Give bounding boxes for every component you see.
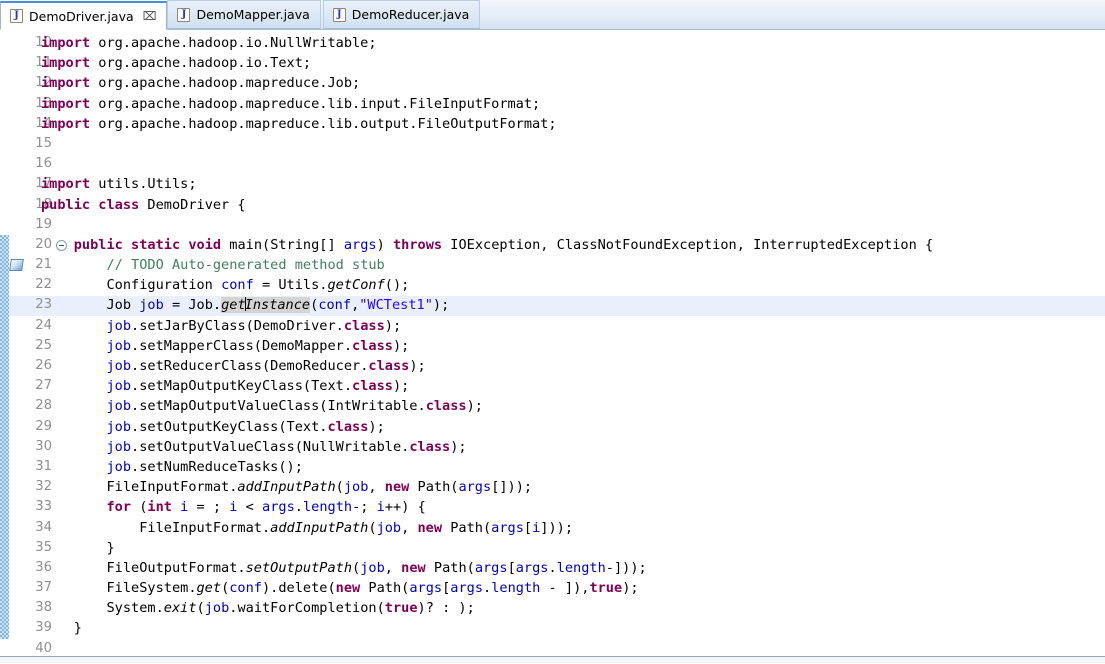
code-line[interactable]: 28 job.setMapOutputValueClass(IntWritabl… [0,396,1105,416]
code-line-text: public class DemoDriver { [41,196,246,213]
java-file-icon [177,7,191,22]
code-line[interactable]: 15 [0,134,1105,154]
code-line[interactable]: 35 } [0,538,1105,558]
code-line[interactable]: 20 public static void main(String[] args… [0,235,1105,255]
code-line[interactable]: 33 for (int i = ; i < args.length-; i++)… [0,497,1105,517]
close-icon[interactable]: ⌧ [143,10,157,22]
code-line[interactable]: 21 // TODO Auto-generated method stub [0,255,1105,275]
line-number: 40 [35,640,52,656]
code-line-text: public static void main(String[] args) t… [73,236,934,253]
code-line[interactable]: 37 FileSystem.get(conf).delete(new Path(… [0,578,1105,598]
line-number: 19 [35,216,52,232]
code-line-text: import org.apache.hadoop.io.Text; [41,55,312,72]
code-line-text: import org.apache.hadoop.io.NullWritable… [41,35,377,51]
code-line[interactable]: 10 import org.apache.hadoop.io.NullWritab… [0,33,1105,53]
tab-demoreducer-java[interactable]: DemoReducer.java [322,0,481,29]
tab-demomapper-java[interactable]: DemoMapper.java [167,0,321,29]
tab-label: DemoReducer.java [351,7,470,22]
code-line-text: job.setOutputValueClass(NullWritable.cla… [106,438,467,455]
code-line-text: job.setNumReduceTasks(); [106,458,303,475]
tab-label: DemoMapper.java [196,7,310,22]
line-number: 16 [35,156,52,172]
code-line[interactable]: 17 import utils.Utils; [0,174,1105,194]
code-line-text: } [41,620,82,637]
tab-demodriver-java[interactable]: DemoDriver.java ⌧ [0,1,168,30]
code-line-text: FileInputFormat.addInputPath(job, new Pa… [41,519,574,536]
code-line[interactable]: 29 job.setOutputKeyClass(Text.class); [0,417,1105,437]
changed-lines-indicator [0,235,9,639]
code-line-text: Job job = Job.getInstance(conf,"WCTest1"… [41,297,450,314]
code-line-text: job.setOutputKeyClass(Text.class); [106,418,385,435]
code-line-text: job.setJarByClass(DemoDriver.class); [106,317,402,334]
code-line-text: import utils.Utils; [41,176,197,193]
code-line-text: FileInputFormat.addInputPath(job, new Pa… [41,479,533,496]
code-line-text: job.setMapperClass(DemoMapper.class); [106,337,410,354]
code-line[interactable]: 27 job.setMapOutputKeyClass(Text.class); [0,376,1105,396]
code-line-text: for (int i = ; i < args.length-; i++) { [106,499,426,516]
code-line-text: job.setMapOutputValueClass(IntWritable.c… [106,398,483,415]
code-line[interactable]: 36 FileOutputFormat.setOutputPath(job, n… [0,558,1105,578]
tab-label: DemoDriver.java [29,8,134,24]
code-line[interactable]: 23 Job job = Job.getInstance(conf,"WCTes… [0,295,1105,315]
code-line[interactable]: 18 public class DemoDriver { [0,195,1105,215]
source-code-area[interactable]: 10 import org.apache.hadoop.io.NullWritab… [0,30,1105,656]
code-line[interactable]: 13 import org.apache.hadoop.mapreduce.lib… [0,94,1105,114]
code-line[interactable]: 26 job.setReducerClass(DemoReducer.class… [0,356,1105,376]
code-line-text: FileSystem.get(conf).delete(new Path(arg… [41,580,639,597]
code-line[interactable]: 24 job.setJarByClass(DemoDriver.class); [0,316,1105,336]
code-line-text: System.exit(job.waitForCompletion(true)?… [41,600,475,617]
code-line[interactable]: 34 FileInputFormat.addInputPath(job, new… [0,518,1105,538]
todo-task-marker-icon[interactable] [9,259,24,272]
code-line[interactable]: 19 [0,215,1105,235]
code-line-text: Configuration conf = Utils.getConf(); [41,277,410,294]
line-number: 15 [35,135,52,151]
code-line[interactable]: 12 import org.apache.hadoop.mapreduce.Job… [0,73,1105,93]
code-line[interactable]: 32 FileInputFormat.addInputPath(job, new… [0,477,1105,497]
code-line-text: job.setMapOutputKeyClass(Text.class); [106,378,410,395]
code-line-text: import org.apache.hadoop.mapreduce.lib.o… [41,115,557,132]
code-line[interactable]: 30 job.setOutputValueClass(NullWritable.… [0,437,1105,457]
editor-tab-bar: DemoDriver.java ⌧ DemoMapper.java DemoRe… [0,0,1105,30]
java-file-icon [332,7,346,22]
code-line[interactable]: 38 System.exit(job.waitForCompletion(tru… [0,598,1105,618]
editor-bottom-strip [0,657,1105,663]
code-line[interactable]: 39 } [0,618,1105,638]
code-line[interactable]: 22 Configuration conf = Utils.getConf(); [0,275,1105,295]
code-line-text: } [41,539,115,556]
code-line[interactable]: 16 [0,154,1105,174]
code-line-text: import org.apache.hadoop.mapreduce.Job; [41,75,361,92]
code-line[interactable]: 31 job.setNumReduceTasks(); [0,457,1105,477]
code-line[interactable]: 40 [0,639,1105,656]
code-line-text: FileOutputFormat.setOutputPath(job, new … [41,559,647,576]
code-line-text: job.setReducerClass(DemoReducer.class); [106,358,426,374]
code-line[interactable]: 14 import org.apache.hadoop.mapreduce.lib… [0,114,1105,134]
code-line[interactable]: 11 import org.apache.hadoop.io.Text; [0,53,1105,73]
code-line-text: // TODO Auto-generated method stub [106,257,385,274]
java-file-icon [10,9,23,23]
code-editor[interactable]: 10 import org.apache.hadoop.io.NullWritab… [0,30,1105,657]
code-line[interactable]: 25 job.setMapperClass(DemoMapper.class); [0,336,1105,356]
code-line-text: import org.apache.hadoop.mapreduce.lib.i… [41,95,541,112]
